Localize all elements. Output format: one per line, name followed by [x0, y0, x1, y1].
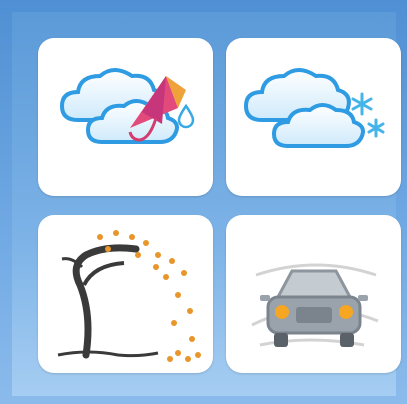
weather-option-fog[interactable]	[226, 215, 401, 373]
weather-option-snow[interactable]	[226, 38, 401, 196]
weather-option-rain[interactable]	[38, 38, 213, 196]
foggy-car-icon	[251, 263, 379, 347]
windy-tree-icon	[57, 230, 201, 362]
weather-option-wind[interactable]	[38, 215, 213, 373]
screen-background	[0, 0, 407, 404]
rain-umbrella-icon	[59, 68, 195, 144]
snow-cloud-icon	[243, 68, 385, 148]
